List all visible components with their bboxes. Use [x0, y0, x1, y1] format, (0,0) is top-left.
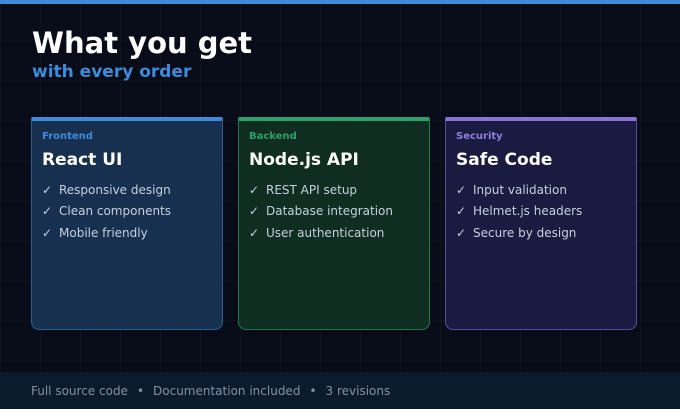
check-icon: ✓	[456, 225, 467, 240]
check-icon: ✓	[42, 182, 53, 197]
card-category-label: Security	[456, 131, 503, 142]
feature-label: Helmet.js headers	[473, 204, 583, 219]
feature-list: ✓ REST API setup ✓ Database integration ✓ U…	[249, 179, 393, 244]
footer-item-revisions: 3 revisions	[325, 383, 391, 398]
feature-label: Mobile friendly	[59, 225, 148, 240]
check-icon: ✓	[249, 225, 260, 240]
check-icon: ✓	[249, 204, 260, 219]
frontend-card: Frontend React UI ✓ Responsive design ✓ Cl…	[31, 117, 223, 330]
feature-label: Secure by design	[473, 225, 577, 240]
feature-list: ✓ Input validation ✓ Helmet.js headers ✓ Se…	[456, 179, 582, 244]
page-title: What you get	[32, 26, 253, 60]
footer-item-docs: Documentation included	[153, 383, 301, 398]
feature-item: ✓ REST API setup	[249, 179, 393, 201]
card-title: Safe Code	[456, 150, 553, 170]
page-subtitle: with every order	[32, 62, 192, 82]
feature-label: Database integration	[266, 204, 393, 219]
top-accent-bar	[0, 0, 680, 4]
feature-label: Input validation	[473, 182, 567, 197]
feature-label: REST API setup	[266, 182, 358, 197]
feature-item: ✓ Mobile friendly	[42, 222, 171, 244]
bullet-separator: •	[136, 383, 145, 398]
feature-item: ✓ Database integration	[249, 201, 393, 223]
check-icon: ✓	[42, 204, 53, 219]
feature-list: ✓ Responsive design ✓ Clean components ✓ Mo…	[42, 179, 171, 244]
feature-item: ✓ Clean components	[42, 201, 171, 223]
check-icon: ✓	[456, 182, 467, 197]
feature-item: ✓ Responsive design	[42, 179, 171, 201]
footer-item-source: Full source code	[31, 383, 128, 398]
check-icon: ✓	[42, 225, 53, 240]
footer-items: Full source code • Documentation included •…	[31, 384, 390, 398]
feature-label: Responsive design	[59, 182, 171, 197]
feature-item: ✓ Secure by design	[456, 222, 582, 244]
backend-card: Backend Node.js API ✓ REST API setup ✓ Dat…	[238, 117, 430, 330]
feature-label: User authentication	[266, 225, 385, 240]
footer-bar: Full source code • Documentation included •…	[0, 372, 680, 409]
feature-item: ✓ Input validation	[456, 179, 582, 201]
card-title: Node.js API	[249, 150, 359, 170]
feature-item: ✓ User authentication	[249, 222, 393, 244]
feature-item: ✓ Helmet.js headers	[456, 201, 582, 223]
security-card: Security Safe Code ✓ Input validation ✓ He…	[445, 117, 637, 330]
feature-label: Clean components	[59, 204, 172, 219]
card-category-label: Frontend	[42, 131, 93, 142]
check-icon: ✓	[456, 204, 467, 219]
card-category-label: Backend	[249, 131, 297, 142]
card-title: React UI	[42, 150, 123, 170]
bullet-separator: •	[309, 383, 317, 398]
check-icon: ✓	[249, 182, 260, 197]
